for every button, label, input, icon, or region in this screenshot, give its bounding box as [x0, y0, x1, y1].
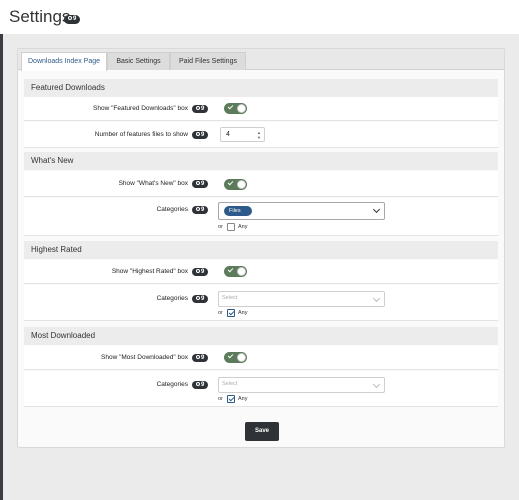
setting-search-badge[interactable]: 9: [192, 295, 209, 303]
badge-count: 9: [201, 106, 205, 112]
badge-count: 9: [73, 16, 77, 22]
whats-new-any-line: or Any: [218, 223, 247, 232]
toggle-knob: [237, 353, 246, 362]
page-title: Settings: [9, 7, 71, 26]
select-placeholder: Select: [222, 381, 238, 387]
row-featured-count: Number of features files to show 9 4 ▲ ▼: [24, 122, 498, 148]
featured-count-input[interactable]: 4 ▲ ▼: [220, 127, 265, 142]
search-icon: [196, 207, 200, 211]
any-label: Any: [238, 396, 248, 402]
highest-rated-any-checkbox[interactable]: [227, 309, 235, 317]
tab-downloads-index-page[interactable]: Downloads Index Page: [21, 52, 107, 71]
badge-count: 9: [201, 132, 205, 138]
select-placeholder: Select: [222, 295, 238, 301]
tab-bar: Downloads Index Page Basic Settings Paid…: [18, 49, 504, 71]
badge-count: 9: [201, 382, 205, 388]
highest-rated-any-line: or Any: [218, 309, 247, 318]
row-show-most-downloaded: Show "Most Downloaded" box 9: [24, 346, 498, 370]
or-text: or: [218, 310, 223, 316]
toggle-knob: [237, 267, 246, 276]
show-featured-label: Show "Featured Downloads" box: [93, 105, 188, 112]
any-label: Any: [238, 310, 248, 316]
show-whats-new-toggle[interactable]: [224, 179, 247, 190]
or-text: or: [218, 396, 223, 402]
search-icon: [196, 181, 200, 185]
whats-new-any-checkbox[interactable]: [227, 223, 235, 231]
featured-count-label: Number of features files to show: [94, 131, 188, 138]
show-most-downloaded-label: Show "Most Downloaded" box: [101, 354, 188, 361]
section-featured-downloads: Featured Downloads: [24, 79, 498, 97]
badge-count: 9: [201, 207, 205, 213]
chevron-down-icon: [372, 294, 381, 303]
tab-paid-files-settings[interactable]: Paid Files Settings: [170, 52, 246, 70]
most-downloaded-categories-label: Categories: [156, 381, 188, 388]
badge-count: 9: [201, 296, 205, 302]
row-show-highest-rated: Show "Highest Rated" box 9: [24, 260, 498, 284]
toggle-knob: [237, 180, 246, 189]
setting-search-badge[interactable]: 9: [192, 131, 209, 139]
highest-rated-categories-label: Categories: [156, 295, 188, 302]
left-sidebar-edge: [0, 34, 3, 500]
search-icon: [196, 106, 200, 110]
whats-new-categories-select[interactable]: Files: [218, 202, 385, 220]
show-whats-new-label: Show "What's New" box: [118, 180, 188, 187]
any-label: Any: [238, 224, 248, 230]
show-highest-rated-toggle[interactable]: [224, 266, 247, 277]
whats-new-categories-label: Categories: [156, 206, 188, 213]
title-search-badge[interactable]: 9: [64, 15, 81, 24]
chevron-down-icon: [372, 380, 381, 389]
section-whats-new: What's New: [24, 152, 498, 170]
highest-rated-categories-select[interactable]: Select: [218, 291, 385, 307]
featured-count-value: 4: [226, 131, 230, 138]
badge-count: 9: [201, 181, 205, 187]
most-downloaded-categories-select[interactable]: Select: [218, 377, 385, 393]
tab-basic-settings[interactable]: Basic Settings: [107, 52, 170, 70]
most-downloaded-any-line: or Any: [218, 395, 247, 404]
row-show-featured: Show "Featured Downloads" box 9: [24, 97, 498, 121]
badge-count: 9: [201, 355, 205, 361]
show-most-downloaded-toggle[interactable]: [224, 352, 247, 363]
check-icon: [227, 352, 234, 359]
search-icon: [196, 296, 200, 300]
show-highest-rated-label: Show "Highest Rated" box: [111, 268, 188, 275]
stepper-arrows-icon[interactable]: ▲ ▼: [257, 130, 261, 140]
toggle-knob: [237, 104, 246, 113]
setting-search-badge[interactable]: 9: [192, 268, 209, 276]
or-text: or: [218, 224, 223, 230]
badge-count: 9: [201, 269, 205, 275]
chevron-down-icon: [372, 205, 381, 214]
search-icon: [68, 16, 72, 20]
row-show-whats-new: Show "What's New" box 9: [24, 171, 498, 197]
check-icon: [227, 103, 234, 110]
most-downloaded-any-checkbox[interactable]: [227, 395, 235, 403]
check-icon: [227, 179, 234, 186]
section-most-downloaded: Most Downloaded: [24, 327, 498, 345]
setting-search-badge[interactable]: 9: [192, 180, 209, 188]
show-featured-toggle[interactable]: [224, 103, 247, 114]
row-highest-rated-categories: Categories 9 Select or Any: [24, 285, 498, 321]
search-icon: [196, 382, 200, 386]
search-icon: [196, 269, 200, 273]
page-header: Settings 9: [0, 0, 519, 34]
check-icon: [227, 266, 234, 273]
section-highest-rated: Highest Rated: [24, 241, 498, 259]
row-most-downloaded-categories: Categories 9 Select or Any: [24, 371, 498, 407]
setting-search-badge[interactable]: 9: [192, 381, 209, 389]
settings-card: Downloads Index Page Basic Settings Paid…: [17, 48, 505, 448]
setting-search-badge[interactable]: 9: [192, 105, 209, 113]
setting-search-badge[interactable]: 9: [192, 206, 209, 214]
selected-category-chip[interactable]: Files: [224, 206, 252, 216]
search-icon: [196, 355, 200, 359]
save-button[interactable]: Save: [245, 422, 279, 441]
setting-search-badge[interactable]: 9: [192, 354, 209, 362]
search-icon: [196, 132, 200, 136]
row-whats-new-categories: Categories 9 Files or Any: [24, 198, 498, 236]
